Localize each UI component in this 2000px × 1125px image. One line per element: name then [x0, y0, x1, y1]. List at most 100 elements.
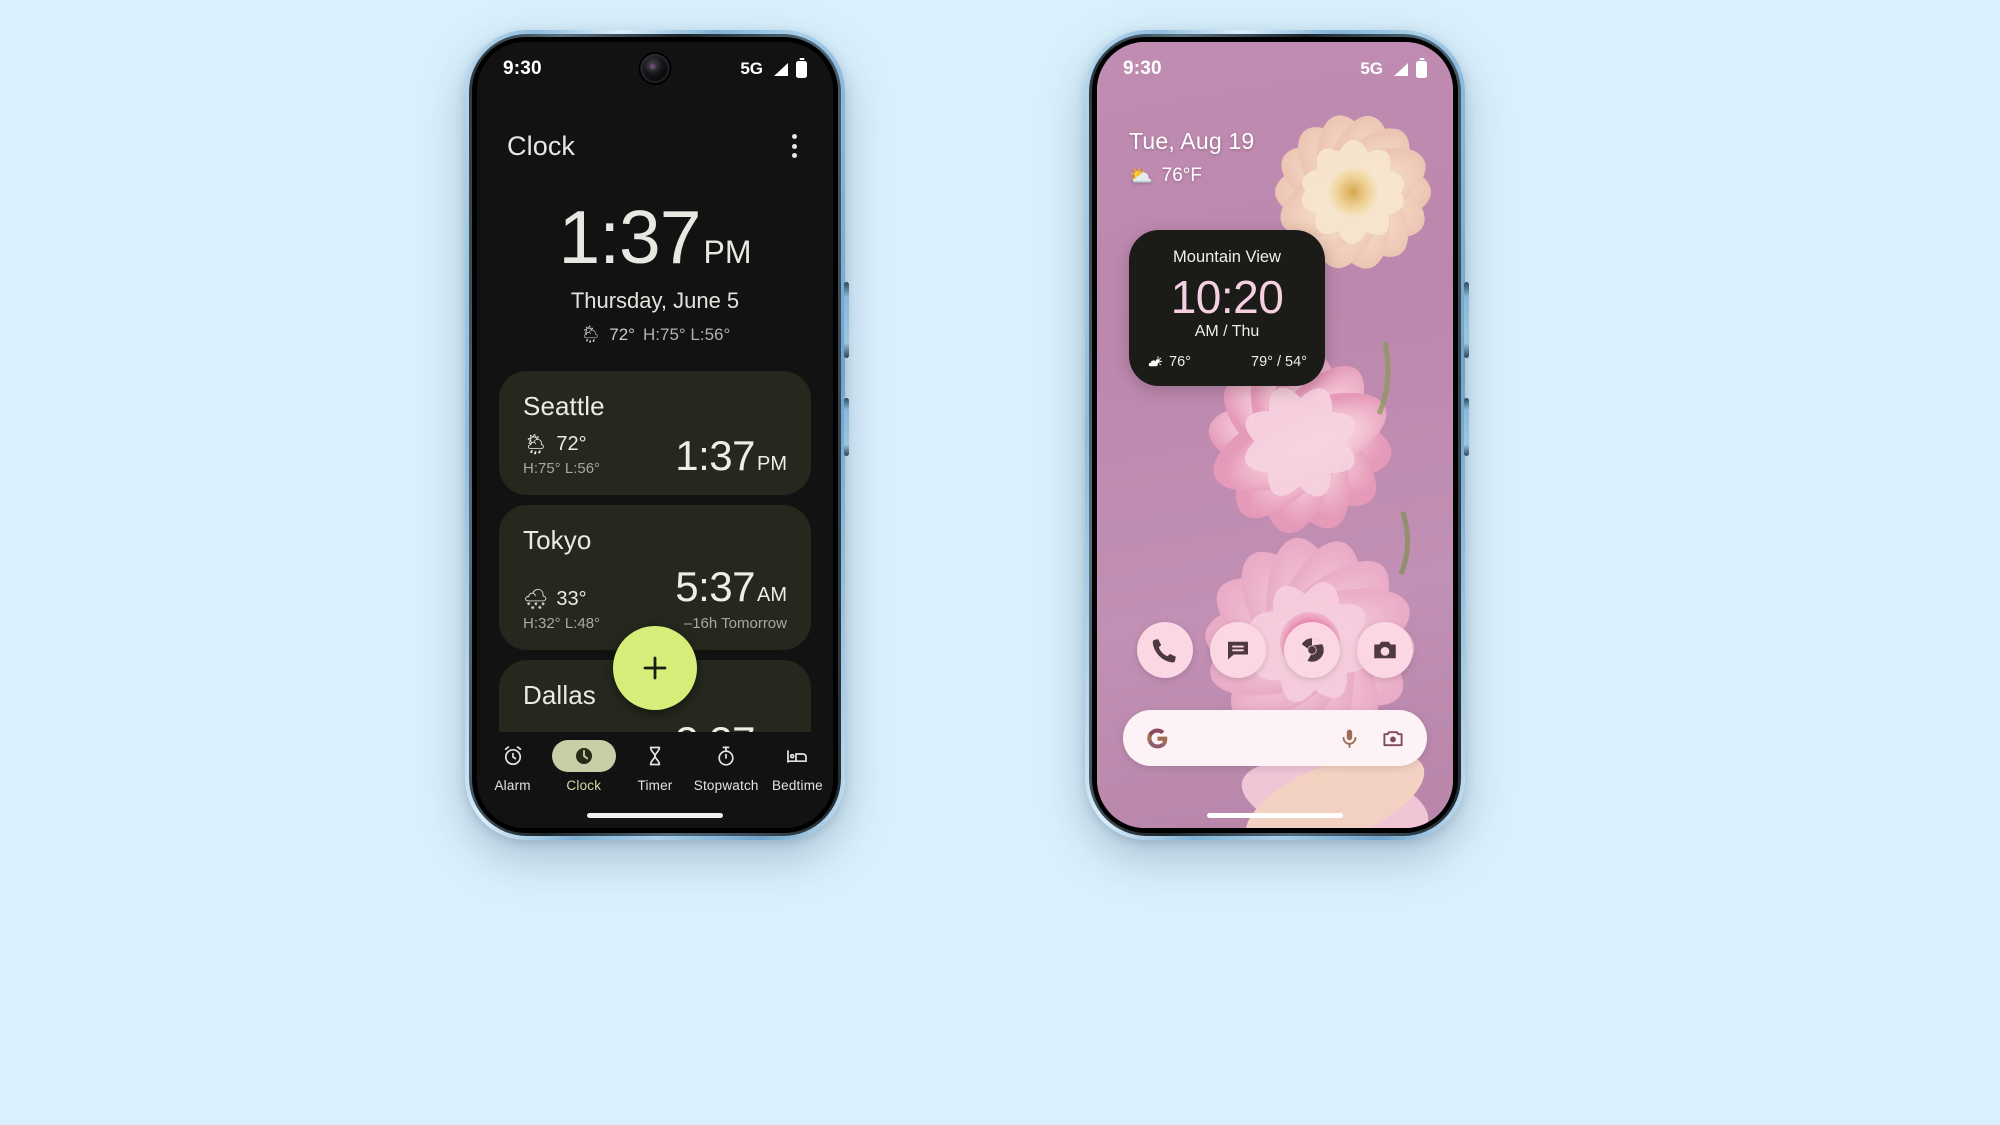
- city-name: Tokyo: [523, 525, 592, 555]
- chrome-icon: [1299, 638, 1324, 662]
- tab-indicator-wrap: [762, 740, 833, 772]
- network-type-label: 5G: [740, 59, 763, 78]
- plus-icon: [643, 656, 667, 680]
- tab-indicator-wrap: [477, 740, 548, 772]
- tab-label: Bedtime: [771, 778, 823, 793]
- city-time-digits: 1:37: [675, 432, 755, 479]
- city-offset: –16h Tomorrow: [683, 615, 787, 632]
- city-time-block: 1:37 PM: [675, 435, 787, 477]
- tab-label: Stopwatch: [693, 778, 759, 793]
- main-clock-weather: 🌦 72° H:75° L:56°: [477, 325, 833, 345]
- app-dock: [1097, 622, 1453, 678]
- volume-button[interactable]: [844, 282, 849, 358]
- stopwatch-icon: [718, 746, 734, 766]
- tab-pill: [694, 740, 758, 772]
- city-time-period: PM: [757, 453, 787, 475]
- main-clock-date: Thursday, June 5: [570, 288, 740, 313]
- battery-full-icon: [796, 60, 807, 78]
- gesture-navigation-bar[interactable]: [1207, 813, 1343, 818]
- glance-date: Tue, Aug 19: [1129, 128, 1255, 154]
- city-card-seattle[interactable]: Seattle 🌦 72° H:75° L:56° 1:37 PM: [499, 371, 811, 495]
- tab-indicator-wrap: [548, 740, 619, 772]
- glance-weather: ⛅ 76°F: [1129, 164, 1254, 188]
- messages-icon: [1228, 641, 1249, 660]
- home-phone-device: 9:30 5G Tue, Aug 19 ⛅ 76°F Mountain View…: [1085, 30, 1469, 840]
- signal-bars-icon: [1394, 62, 1408, 76]
- home-screen: 9:30 5G Tue, Aug 19 ⛅ 76°F Mountain View…: [1097, 42, 1453, 828]
- sun-behind-rain-cloud-icon: 🌦: [579, 325, 602, 344]
- city-time: 1:37 PM: [675, 435, 787, 477]
- tab-label: Timer: [637, 778, 673, 793]
- volume-button[interactable]: [1464, 282, 1469, 358]
- tab-clock[interactable]: Clock: [548, 740, 619, 793]
- sun-behind-cloud-icon: [1148, 356, 1163, 367]
- dock-item-phone[interactable]: [1136, 622, 1193, 678]
- page-title: Clock: [507, 130, 576, 161]
- clock-widget[interactable]: Mountain View 10:20 AM / Thu 76° 79° / 5…: [1129, 230, 1325, 387]
- glance-temperature: 76°F: [1161, 165, 1203, 186]
- city-time-block: 5:37 AM –16h Tomorrow: [675, 563, 787, 633]
- cloud-with-snow-icon: 🌨: [523, 589, 549, 611]
- status-bar-time: 9:30: [1123, 58, 1162, 79]
- screenshot-stage: 9:30 5G Clock 1:37PM Thursday, June 5 🌦 …: [0, 0, 2000, 1125]
- city-high-low: H:32° L:48°: [523, 615, 601, 632]
- widget-time: 10:20: [1170, 271, 1284, 323]
- clock-phone-screen: 9:30 5G Clock 1:37PM Thursday, June 5 🌦 …: [477, 42, 833, 828]
- google-lens-icon[interactable]: [1381, 726, 1405, 750]
- main-clock-high-low: H:75° L:56°: [642, 325, 731, 344]
- main-clock-period: PM: [703, 234, 752, 270]
- power-button[interactable]: [1464, 398, 1469, 456]
- tab-indicator-wrap: [691, 740, 762, 772]
- network-type-label: 5G: [1360, 59, 1383, 78]
- dock-item-camera[interactable]: [1357, 622, 1414, 678]
- widget-high-low: 79° / 54°: [1251, 354, 1307, 371]
- city-temp-row: 🌨 33°: [523, 587, 600, 612]
- city-time-period: AM: [757, 584, 787, 606]
- city-temperature: 33°: [556, 588, 587, 610]
- tab-bedtime[interactable]: Bedtime: [762, 740, 833, 793]
- front-camera-icon: [640, 54, 670, 83]
- clock-icon: [575, 748, 592, 764]
- gesture-navigation-bar[interactable]: [587, 813, 723, 818]
- tab-stopwatch[interactable]: Stopwatch: [691, 740, 762, 793]
- widget-current-weather: 76°: [1147, 354, 1191, 370]
- camera-icon: [1374, 641, 1397, 659]
- clock-phone-device: 9:30 5G Clock 1:37PM Thursday, June 5 🌦 …: [465, 30, 849, 840]
- dock-item-chrome[interactable]: [1283, 622, 1340, 678]
- add-city-button[interactable]: [613, 626, 697, 710]
- main-clock-digits: 1:37: [558, 195, 702, 279]
- widget-temperature: 76°: [1169, 354, 1191, 371]
- status-bar-time: 9:30: [503, 58, 542, 79]
- status-bar-indicators: 5G: [1360, 59, 1427, 79]
- city-name: Seattle: [523, 391, 605, 421]
- signal-bars-icon: [774, 62, 788, 76]
- microphone-icon[interactable]: [1338, 727, 1361, 750]
- bed-icon: [787, 750, 808, 763]
- clock-app-bar: Clock: [477, 96, 833, 166]
- city-temp-row: 🌦 72°: [523, 432, 600, 457]
- widget-city: Mountain View: [1173, 248, 1281, 266]
- tab-label: Alarm: [494, 778, 531, 793]
- at-a-glance-widget[interactable]: Tue, Aug 19 ⛅ 76°F: [1129, 128, 1254, 188]
- power-button[interactable]: [844, 398, 849, 456]
- google-search-bar[interactable]: [1123, 710, 1427, 766]
- tab-indicator-wrap: [619, 740, 690, 772]
- home-status-bar: 9:30 5G: [1097, 42, 1453, 96]
- tab-alarm[interactable]: Alarm: [477, 740, 548, 793]
- tab-timer[interactable]: Timer: [619, 740, 690, 793]
- overflow-menu-icon[interactable]: [786, 126, 803, 166]
- sun-behind-rain-cloud-icon: 🌦: [523, 434, 549, 456]
- sun-behind-cloud-icon: ⛅: [1129, 166, 1153, 187]
- tab-pill-active: [551, 740, 616, 772]
- phone-icon: [1152, 639, 1176, 663]
- home-phone-screen: 9:30 5G Tue, Aug 19 ⛅ 76°F Mountain View…: [1097, 42, 1453, 828]
- city-temperature: 72°: [556, 433, 587, 455]
- clock-app: Clock 1:37PM Thursday, June 5 🌦 72° H:75…: [477, 42, 833, 828]
- city-time-digits: 5:37: [675, 563, 755, 610]
- dock-item-messages[interactable]: [1210, 622, 1267, 678]
- search-bar-actions: [1338, 726, 1405, 750]
- main-clock: 1:37PM Thursday, June 5 🌦 72° H:75° L:56…: [477, 200, 833, 345]
- hourglass-icon: [649, 746, 661, 766]
- main-clock-time: 1:37PM: [477, 200, 833, 275]
- city-card-row: 🌨 33° H:32° L:48° 5:37 AM –16h Tomorrow: [523, 563, 787, 633]
